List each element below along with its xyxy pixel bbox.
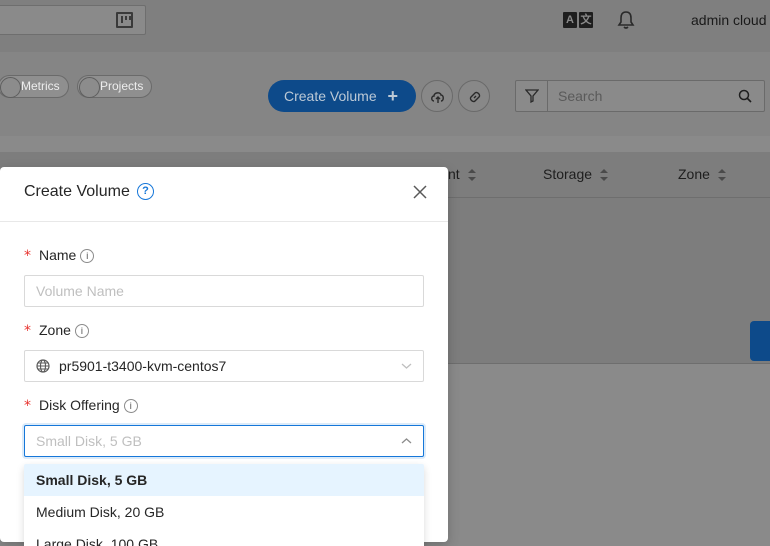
help-icon[interactable]: ?	[137, 183, 154, 200]
modal-title: Create Volume	[24, 183, 130, 200]
dropdown-option-small[interactable]: Small Disk, 5 GB	[24, 464, 424, 496]
sort-icon[interactable]	[600, 169, 609, 182]
zone-label: * Zone i	[24, 322, 89, 339]
toggle-metrics[interactable]: Metrics	[0, 75, 69, 98]
name-label: * Name i	[24, 247, 95, 264]
settings-icon[interactable]	[750, 321, 770, 361]
filter-button[interactable]	[516, 81, 548, 111]
info-icon[interactable]: i	[123, 399, 138, 413]
chevron-down-icon	[401, 363, 412, 369]
toolbar: Metrics Projects Create Volume + Search	[0, 52, 770, 136]
kanban-icon[interactable]	[116, 12, 133, 28]
column-header-storage[interactable]: Storage	[543, 166, 609, 182]
disk-offering-dropdown: Small Disk, 5 GB Medium Disk, 20 GB Larg…	[24, 464, 424, 546]
dropdown-option-large[interactable]: Large Disk, 100 GB	[24, 528, 424, 546]
upload-button[interactable]	[421, 80, 453, 112]
user-name[interactable]: admin cloud	[691, 12, 767, 28]
column-header[interactable]: nt	[448, 166, 476, 182]
info-icon[interactable]: i	[80, 249, 95, 263]
disk-offering-placeholder: Small Disk, 5 GB	[36, 433, 142, 449]
globe-icon	[36, 359, 50, 373]
translate-icon[interactable]: A文	[563, 12, 593, 28]
create-volume-button[interactable]: Create Volume +	[268, 80, 416, 112]
disk-offering-select[interactable]: Small Disk, 5 GB	[24, 425, 424, 457]
link-icon	[469, 91, 481, 103]
create-volume-label: Create Volume	[284, 88, 377, 104]
sort-icon[interactable]	[717, 169, 726, 182]
chevron-up-icon	[401, 438, 412, 444]
bell-icon[interactable]	[617, 10, 635, 30]
plus-icon: +	[387, 86, 398, 106]
search-input[interactable]: Search	[558, 88, 602, 104]
dropdown-option-medium[interactable]: Medium Disk, 20 GB	[24, 496, 424, 528]
info-icon[interactable]: i	[74, 324, 89, 338]
disk-offering-label: * Disk Offering i	[24, 397, 138, 414]
upload-cloud-icon	[431, 92, 444, 103]
zone-value: pr5901-t3400-kvm-centos7	[59, 358, 227, 374]
filter-icon	[525, 89, 539, 103]
toggle-projects[interactable]: Projects	[77, 75, 153, 98]
sort-icon[interactable]	[467, 169, 476, 182]
search-box[interactable]: Search	[515, 80, 765, 112]
modal-header: Create Volume ?	[0, 167, 448, 222]
global-search-box[interactable]	[0, 5, 146, 35]
zone-select[interactable]: pr5901-t3400-kvm-centos7	[24, 350, 424, 382]
column-header-zone[interactable]: Zone	[678, 166, 726, 182]
top-header: A文 admin cloud	[0, 0, 770, 52]
volume-name-input[interactable]: Volume Name	[24, 275, 424, 307]
search-icon[interactable]	[738, 89, 752, 103]
link-button[interactable]	[458, 80, 490, 112]
close-icon[interactable]	[411, 183, 429, 201]
